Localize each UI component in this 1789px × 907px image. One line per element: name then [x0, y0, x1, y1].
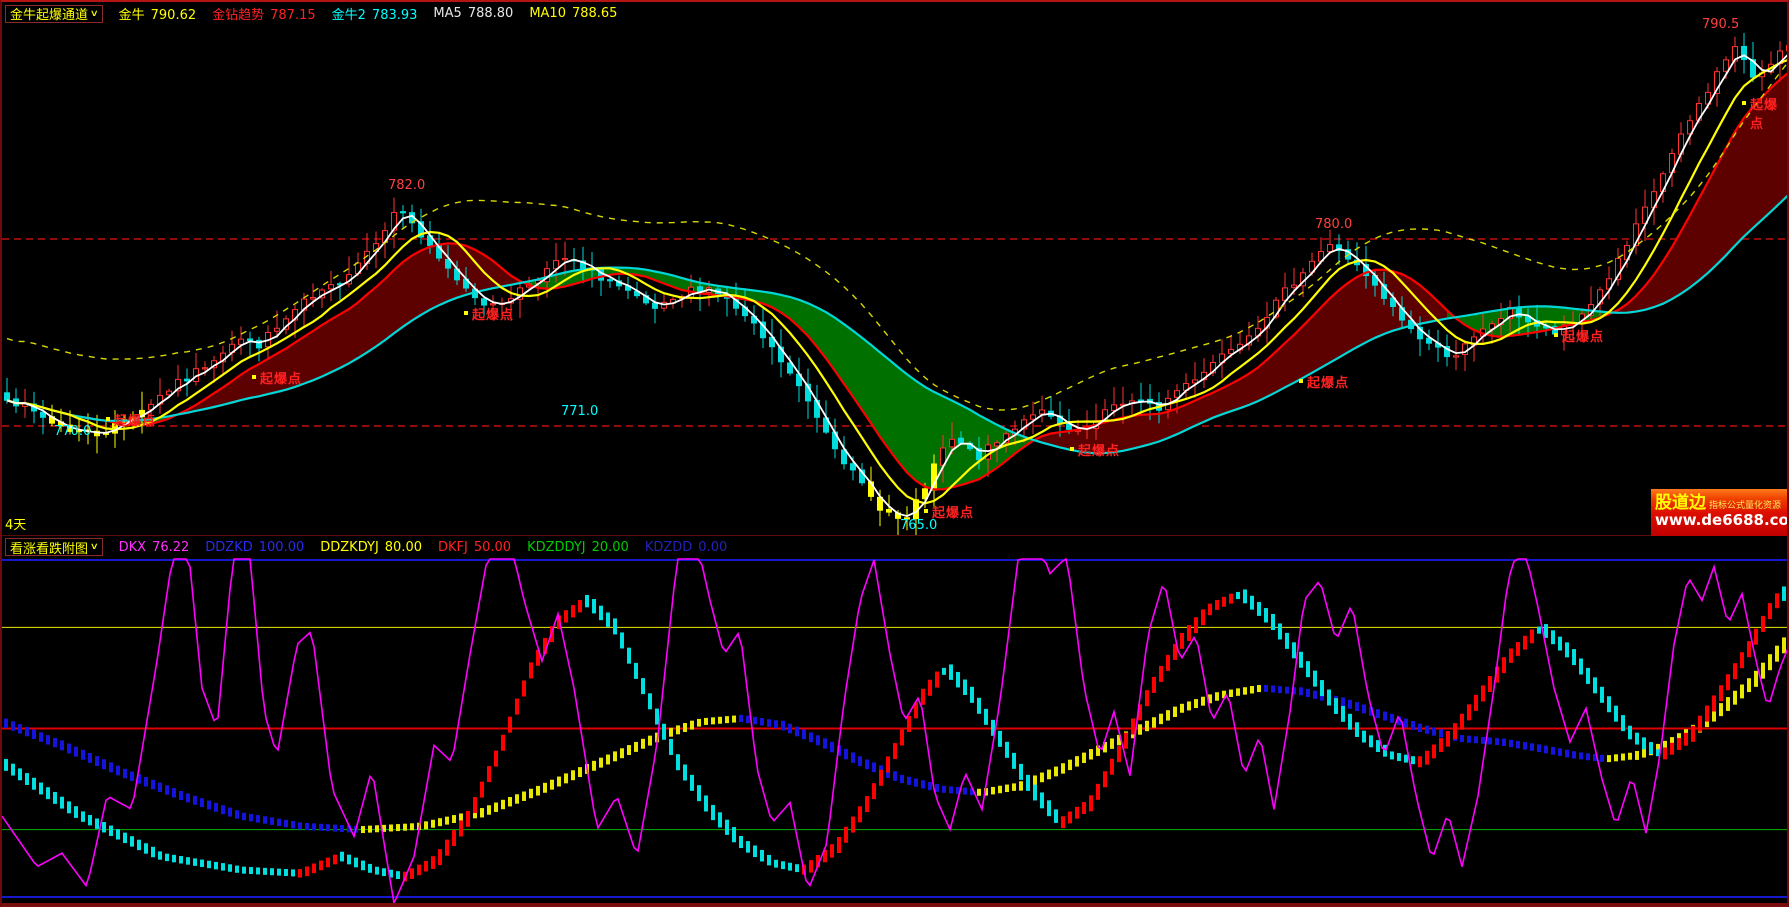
sub-indicator-header: 看涨看跌附图 ∨ DKX76.22 DDZKD100.00 DDZKDYJ80.…	[5, 538, 727, 556]
signal-dot	[924, 509, 928, 513]
signal-dot	[1070, 447, 1074, 451]
trading-app-window: 金牛起爆通道 ∨ 金牛790.62 金钻趋势787.15 金牛2783.93 M…	[0, 0, 1789, 907]
legend-kdzdd: KDZDD0.00	[645, 540, 727, 555]
main-price-chart[interactable]	[2, 2, 1789, 537]
signal-dot	[106, 417, 110, 421]
watermark-tagline: 指标公式量化资源	[1709, 502, 1781, 511]
oscillator-chart[interactable]	[2, 558, 1789, 905]
legend-ddzkdyj: DDZKDYJ80.00	[320, 540, 422, 555]
signal-dot	[1742, 101, 1746, 105]
watermark-banner: 股道边 指标公式量化资源 www.de6688.com	[1651, 489, 1789, 536]
signal-dot	[252, 375, 256, 379]
chevron-down-icon: ∨	[90, 9, 99, 19]
legend-dkx: DKX76.22	[119, 540, 190, 555]
legend-jinniu: 金牛790.62	[119, 4, 197, 23]
legend-jinzuan-trend: 金钻趋势787.15	[212, 4, 316, 23]
sub-indicator-name: 看涨看跌附图	[10, 538, 88, 557]
signal-dot	[1554, 333, 1558, 337]
watermark-brand: 股道边	[1655, 495, 1706, 512]
sub-indicator-selector[interactable]: 看涨看跌附图 ∨	[5, 538, 103, 556]
legend-ddzkd: DDZKD100.00	[205, 540, 304, 555]
legend-kdzddyj: KDZDDYJ20.00	[527, 540, 629, 555]
main-indicator-header: 金牛起爆通道 ∨ 金牛790.62 金钻趋势787.15 金牛2783.93 M…	[5, 4, 617, 23]
panel-divider	[2, 535, 1787, 536]
signal-dot	[1299, 379, 1303, 383]
legend-ma5: MA5788.80	[433, 6, 513, 21]
period-label: 4天	[5, 514, 26, 533]
main-indicator-selector[interactable]: 金牛起爆通道 ∨	[5, 5, 103, 23]
main-indicator-name: 金牛起爆通道	[10, 4, 88, 23]
legend-ma10: MA10788.65	[529, 6, 617, 21]
chevron-down-icon: ∨	[90, 542, 99, 552]
watermark-url: www.de6688.com	[1655, 512, 1788, 529]
signal-dot	[464, 311, 468, 315]
legend-jinniu2: 金牛2783.93	[332, 4, 418, 23]
legend-dkfj: DKFJ50.00	[438, 540, 511, 555]
